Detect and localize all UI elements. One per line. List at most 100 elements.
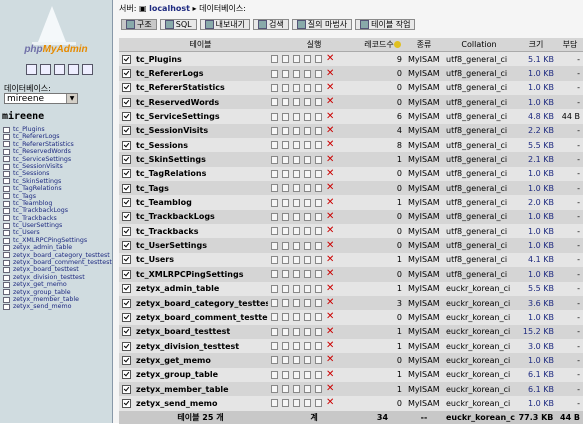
row-checkbox[interactable] (122, 398, 131, 408)
insert-icon[interactable] (304, 126, 311, 135)
row-checkbox[interactable] (122, 255, 131, 265)
row-size[interactable]: 1.0 KB (515, 80, 557, 96)
table-name-link[interactable]: tc_RefererStatistics (133, 80, 268, 96)
help-icon[interactable] (82, 64, 93, 75)
structure-icon[interactable] (282, 169, 289, 178)
insert-icon[interactable] (304, 313, 311, 322)
row-checkbox[interactable] (122, 384, 131, 394)
search-icon[interactable] (293, 284, 300, 293)
search-icon[interactable] (293, 98, 300, 107)
table-name-link[interactable]: tc_Users (133, 252, 268, 268)
table-row[interactable]: tc_SkinSettings ✕ 1 MyISAM utf8_general_ci 2.… (119, 152, 583, 167)
drop-icon[interactable]: ✕ (326, 312, 334, 322)
row-checkbox[interactable] (122, 183, 131, 193)
empty-icon[interactable] (315, 385, 322, 394)
structure-icon[interactable] (282, 126, 289, 135)
table-icon[interactable] (3, 126, 10, 133)
drop-icon[interactable]: ✕ (326, 226, 334, 236)
browse-icon[interactable] (271, 155, 278, 164)
insert-icon[interactable] (304, 356, 311, 365)
sidebar-table-item[interactable]: zetyx_board_category_testtest (3, 252, 112, 259)
sidebar-table-label[interactable]: tc_ServiceSettings (13, 156, 71, 163)
drop-icon[interactable]: ✕ (326, 183, 334, 193)
table-icon[interactable] (3, 304, 10, 311)
browse-icon[interactable] (271, 126, 278, 135)
search-icon[interactable] (293, 327, 300, 336)
sidebar-table-item[interactable]: tc_UserSettings (3, 222, 112, 229)
browse-icon[interactable] (271, 342, 278, 351)
search-icon[interactable] (293, 141, 300, 150)
empty-icon[interactable] (315, 255, 322, 264)
table-row[interactable]: zetyx_board_comment_testtest ✕ 0 MyISAM euck… (119, 310, 583, 325)
table-name-link[interactable]: zetyx_member_table (133, 381, 268, 397)
row-size[interactable]: 4.8 KB (515, 109, 557, 124)
table-name-link[interactable]: tc_Plugins (133, 51, 268, 67)
insert-icon[interactable] (304, 112, 311, 121)
browse-icon[interactable] (271, 313, 278, 322)
home-icon[interactable] (26, 64, 37, 75)
sidebar-table-label[interactable]: tc_TrackbackLogs (13, 207, 68, 214)
browse-icon[interactable] (271, 98, 278, 107)
sidebar-table-label[interactable]: zetyx_admin_table (13, 244, 72, 251)
browse-icon[interactable] (271, 69, 278, 78)
empty-icon[interactable] (315, 227, 322, 236)
table-row[interactable]: zetyx_board_testtest ✕ 1 MyISAM euckr_korean… (119, 324, 583, 339)
logout-icon[interactable] (40, 64, 51, 75)
insert-icon[interactable] (304, 198, 311, 207)
table-name-link[interactable]: tc_Trackbacks (133, 224, 268, 239)
drop-icon[interactable]: ✕ (326, 269, 334, 279)
browse-icon[interactable] (271, 255, 278, 264)
tab-query-wizard[interactable]: 질의 마법사 (291, 19, 353, 30)
row-checkbox[interactable] (122, 241, 131, 251)
table-name-link[interactable]: tc_SkinSettings (133, 152, 268, 167)
sidebar-table-label[interactable]: tc_XMLRPCPingSettings (13, 237, 87, 244)
insert-icon[interactable] (304, 370, 311, 379)
insert-icon[interactable] (304, 212, 311, 221)
drop-icon[interactable]: ✕ (326, 82, 334, 92)
table-name-link[interactable]: zetyx_board_category_testtest (133, 295, 268, 311)
sidebar-table-item[interactable]: tc_XMLRPCPingSettings (3, 237, 112, 244)
empty-icon[interactable] (315, 141, 322, 150)
sidebar-table-item[interactable]: tc_Trackbacks (3, 215, 112, 222)
empty-icon[interactable] (315, 299, 322, 308)
row-size[interactable]: 2.1 KB (515, 152, 557, 167)
empty-icon[interactable] (315, 112, 322, 121)
row-size[interactable]: 1.0 KB (515, 310, 557, 325)
sidebar-table-item[interactable]: zetyx_group_table (3, 289, 112, 296)
browse-icon[interactable] (271, 212, 278, 221)
row-size[interactable]: 1.0 KB (515, 396, 557, 411)
empty-icon[interactable] (315, 399, 322, 408)
table-row[interactable]: tc_XMLRPCPingSettings ✕ 0 MyISAM utf8_genera… (119, 267, 583, 282)
tab-sql[interactable]: SQL (159, 19, 197, 30)
row-checkbox[interactable] (122, 312, 131, 322)
row-size[interactable]: 1.0 KB (515, 224, 557, 239)
sidebar-table-item[interactable]: zetyx_board_testtest (3, 266, 112, 273)
table-name-link[interactable]: zetyx_board_comment_testtest (133, 310, 268, 325)
sidebar-table-label[interactable]: tc_TagRelations (13, 185, 62, 192)
structure-icon[interactable] (282, 327, 289, 336)
browse-icon[interactable] (271, 299, 278, 308)
table-row[interactable]: tc_Plugins ✕ 9 MyISAM utf8_general_ci 5.1 KB - (119, 51, 583, 67)
structure-icon[interactable] (282, 112, 289, 121)
row-size[interactable]: 3.6 KB (515, 295, 557, 311)
database-name[interactable]: mireene (2, 111, 44, 122)
table-row[interactable]: zetyx_group_table ✕ 1 MyISAM euckr_korean_ci… (119, 367, 583, 382)
table-icon[interactable] (3, 244, 10, 251)
table-icon[interactable] (3, 222, 10, 229)
table-row[interactable]: zetyx_send_memo ✕ 0 MyISAM euckr_korean_ci 1.… (119, 396, 583, 411)
row-checkbox[interactable] (122, 198, 131, 208)
row-checkbox[interactable] (122, 284, 131, 294)
tab-search[interactable]: 검색 (253, 19, 289, 30)
sidebar-table-label[interactable]: tc_RefererLogs (13, 133, 60, 140)
insert-icon[interactable] (304, 55, 311, 64)
structure-icon[interactable] (282, 155, 289, 164)
row-checkbox[interactable] (122, 269, 131, 279)
header-table[interactable]: 테이블 (133, 38, 268, 52)
table-row[interactable]: tc_Users ✕ 1 MyISAM utf8_general_ci 4.1 KB - (119, 252, 583, 268)
table-name-link[interactable]: tc_TagRelations (133, 166, 268, 182)
structure-icon[interactable] (282, 313, 289, 322)
search-icon[interactable] (293, 55, 300, 64)
browse-icon[interactable] (271, 169, 278, 178)
structure-icon[interactable] (282, 399, 289, 408)
drop-icon[interactable]: ✕ (326, 168, 334, 178)
